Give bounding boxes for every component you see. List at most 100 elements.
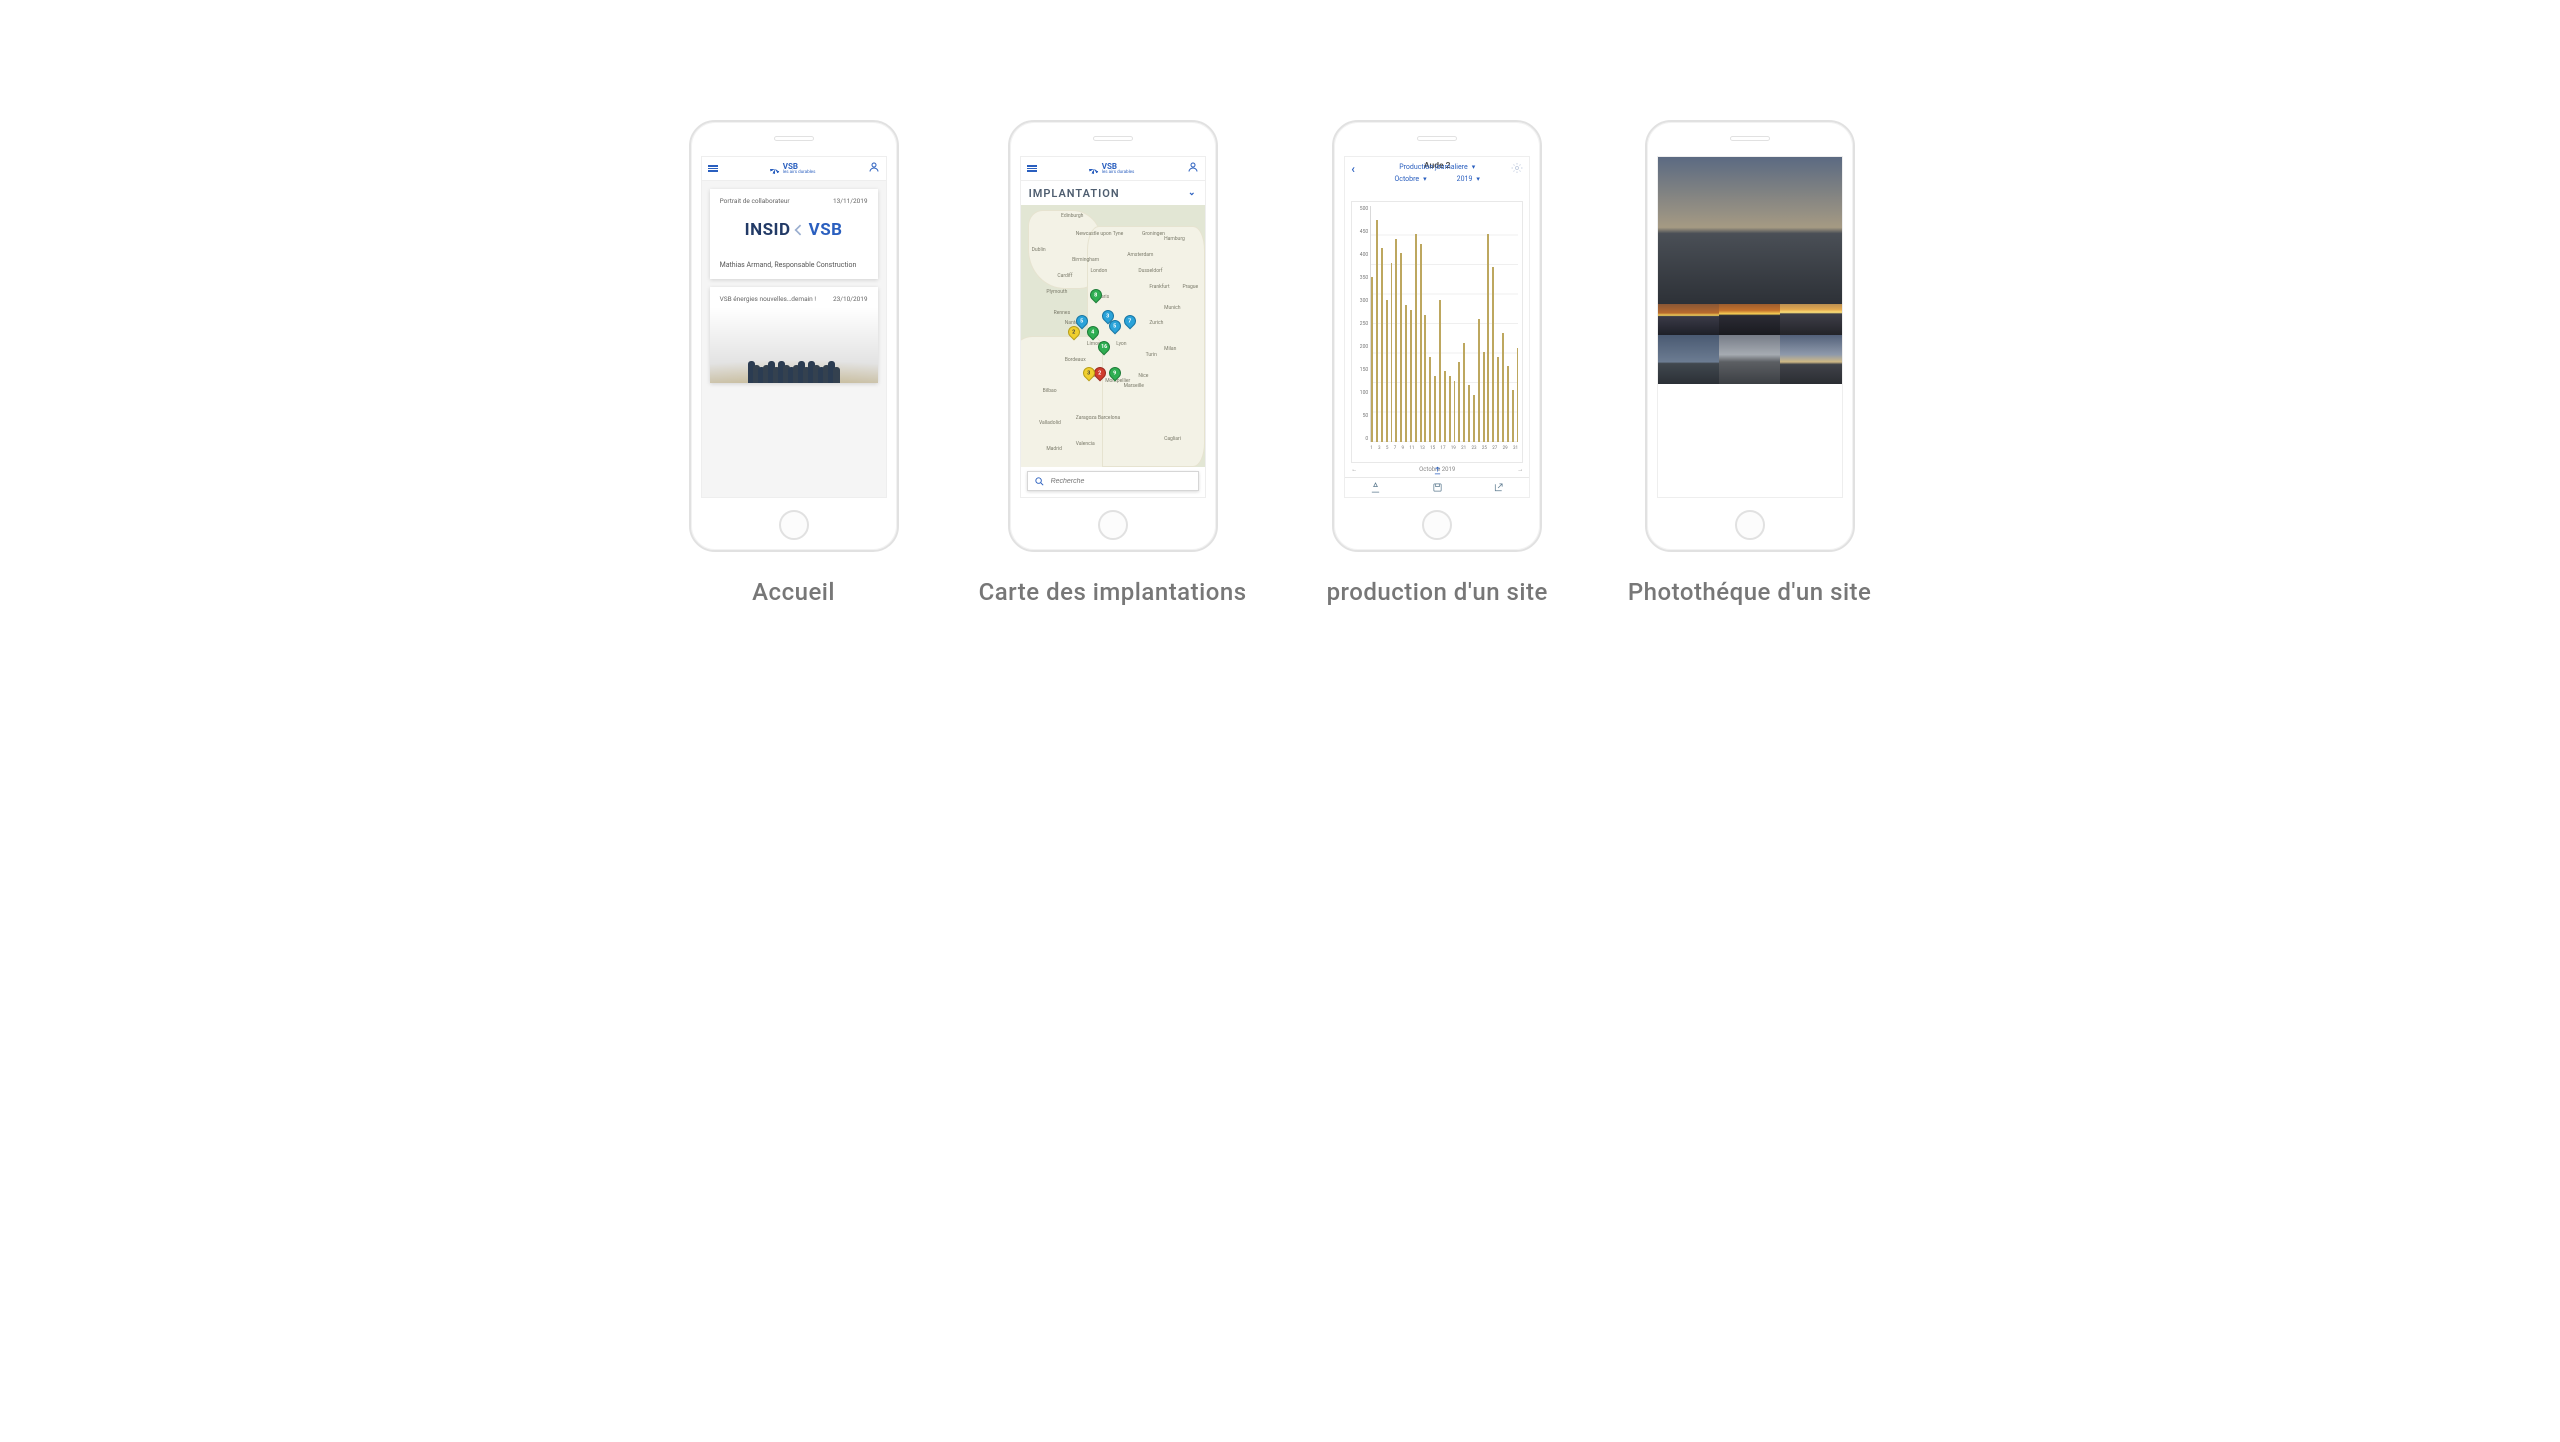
chart-x-axis: 135791113151719212325272931 — [1370, 446, 1518, 460]
chart-footer-tabs — [1345, 477, 1529, 497]
bar[interactable] — [1449, 376, 1451, 442]
crowd-illustration — [710, 343, 878, 383]
month-dropdown[interactable]: Octobre▾ — [1394, 175, 1426, 183]
tab-open[interactable] — [1468, 478, 1529, 497]
city-label: Hamburg — [1164, 236, 1185, 242]
city-label: Lyon — [1116, 341, 1126, 347]
city-label: Prague — [1182, 284, 1198, 290]
hamburger-icon[interactable] — [708, 165, 718, 172]
city-label: Barcelona — [1098, 415, 1120, 421]
bar[interactable] — [1376, 220, 1378, 442]
city-label: Amsterdam — [1127, 252, 1153, 258]
card-subtitle: Mathias Armand, Responsable Construction — [710, 251, 878, 279]
bar[interactable] — [1512, 390, 1514, 442]
unit-accueil: VSB les airs durables Portrait de collab… — [689, 120, 899, 606]
bar[interactable] — [1463, 343, 1465, 442]
implantation-title: IMPLANTATION — [1029, 187, 1120, 200]
bar[interactable] — [1420, 244, 1422, 442]
city-label: Rennes — [1054, 310, 1071, 316]
photo-thumb[interactable] — [1780, 335, 1841, 384]
feed-card[interactable]: Portrait de collaborateur 13/11/2019 INS… — [710, 189, 878, 279]
logo-swirl-icon — [1089, 164, 1099, 174]
card-category: VSB énergies nouvelles…demain ! — [720, 295, 816, 303]
search-input[interactable] — [1027, 471, 1199, 491]
city-label: Birmingham — [1072, 257, 1099, 263]
search-field[interactable] — [1051, 478, 1192, 485]
bar[interactable] — [1424, 315, 1426, 442]
home-button[interactable] — [1098, 510, 1128, 540]
city-label: Bilbao — [1043, 388, 1057, 394]
city-label: Zurich — [1149, 320, 1163, 326]
logo-tagline: les airs durables — [1102, 171, 1135, 176]
screen-accueil: VSB les airs durables Portrait de collab… — [701, 156, 887, 498]
map-view[interactable]: Edinburgh Newcastle upon Tyne Dublin Bir… — [1021, 205, 1205, 467]
bar[interactable] — [1391, 263, 1393, 442]
bar[interactable] — [1429, 357, 1431, 442]
bar[interactable] — [1492, 267, 1494, 442]
city-label: Plymouth — [1046, 289, 1067, 295]
unit-production: ‹ Aude 2 Production journaliere▾ Octobre… — [1327, 120, 1548, 606]
home-button[interactable] — [779, 510, 809, 540]
bar[interactable] — [1483, 352, 1485, 442]
bar[interactable] — [1395, 239, 1397, 442]
card-date: 13/11/2019 — [833, 197, 868, 205]
phone-frame: 2017-01 Inspection Punchlist — [1645, 120, 1855, 552]
bar[interactable] — [1507, 366, 1509, 442]
chart-bars — [1370, 206, 1518, 442]
hamburger-icon[interactable] — [1027, 165, 1037, 172]
share-row[interactable] — [1345, 463, 1529, 477]
bar[interactable] — [1434, 376, 1436, 442]
photo-body[interactable]: 2017-01 Inspection Punchlist — [1658, 157, 1842, 497]
home-button[interactable] — [1735, 510, 1765, 540]
city-label: Newcastle upon Tyne — [1076, 231, 1124, 237]
user-icon[interactable] — [868, 161, 880, 176]
bar[interactable] — [1473, 395, 1475, 442]
implantation-title-bar[interactable]: IMPLANTATION ⌄ — [1021, 181, 1205, 205]
bar[interactable] — [1381, 248, 1383, 442]
bar[interactable] — [1487, 234, 1489, 442]
metric-dropdown[interactable]: Production journaliere▾ — [1399, 163, 1475, 171]
tab-save[interactable] — [1407, 478, 1468, 497]
bar[interactable] — [1400, 253, 1402, 442]
home-button[interactable] — [1422, 510, 1452, 540]
bar[interactable] — [1497, 357, 1499, 442]
photo-thumb[interactable] — [1658, 157, 1842, 304]
card-date: 23/10/2019 — [833, 295, 868, 303]
bar[interactable] — [1468, 385, 1470, 442]
photo-thumb[interactable] — [1658, 335, 1719, 384]
photo-thumb[interactable] — [1719, 335, 1780, 384]
card-header: VSB énergies nouvelles…demain ! 23/10/20… — [710, 287, 878, 307]
metric-selector: Production journaliere▾ Octobre▾ 2019▾ — [1345, 157, 1529, 185]
bar[interactable] — [1502, 333, 1504, 442]
inside-vsb-banner: INSID VSB — [710, 209, 878, 251]
bar[interactable] — [1439, 300, 1441, 442]
phone-speaker — [1093, 136, 1133, 141]
year-dropdown[interactable]: 2019▾ — [1457, 175, 1480, 183]
accueil-feed[interactable]: Portrait de collaborateur 13/11/2019 INS… — [702, 181, 886, 498]
bar[interactable] — [1415, 234, 1417, 442]
tab-stats[interactable] — [1345, 478, 1406, 497]
bar[interactable] — [1410, 310, 1412, 442]
bar[interactable] — [1405, 305, 1407, 442]
app-topbar: VSB les airs durables — [1021, 157, 1205, 181]
bar[interactable] — [1371, 277, 1373, 442]
bar[interactable] — [1386, 300, 1388, 442]
bar[interactable] — [1458, 362, 1460, 442]
caption-accueil: Accueil — [752, 578, 835, 606]
bar[interactable] — [1454, 381, 1456, 442]
screen-implantation: VSB les airs durables IMPLANTATION ⌄ — [1020, 156, 1206, 498]
brand-logo[interactable]: VSB les airs durables — [1089, 162, 1135, 176]
city-label: Turin — [1146, 352, 1157, 358]
city-label: Dusseldorf — [1138, 268, 1162, 274]
phone-frame: VSB les airs durables IMPLANTATION ⌄ — [1008, 120, 1218, 552]
bar[interactable] — [1444, 371, 1446, 442]
chart-y-label: kWh — [1344, 320, 1346, 330]
brand-logo[interactable]: VSB les airs durables — [770, 162, 816, 176]
feed-card[interactable]: VSB énergies nouvelles…demain ! 23/10/20… — [710, 287, 878, 383]
bar[interactable] — [1478, 319, 1480, 442]
user-icon[interactable] — [1187, 161, 1199, 176]
production-chart[interactable]: kWh 500450400350300250200150100500 13579… — [1351, 201, 1523, 463]
city-label: Munich — [1164, 305, 1180, 311]
screen-production: ‹ Aude 2 Production journaliere▾ Octobre… — [1344, 156, 1530, 498]
bar[interactable] — [1517, 348, 1519, 442]
